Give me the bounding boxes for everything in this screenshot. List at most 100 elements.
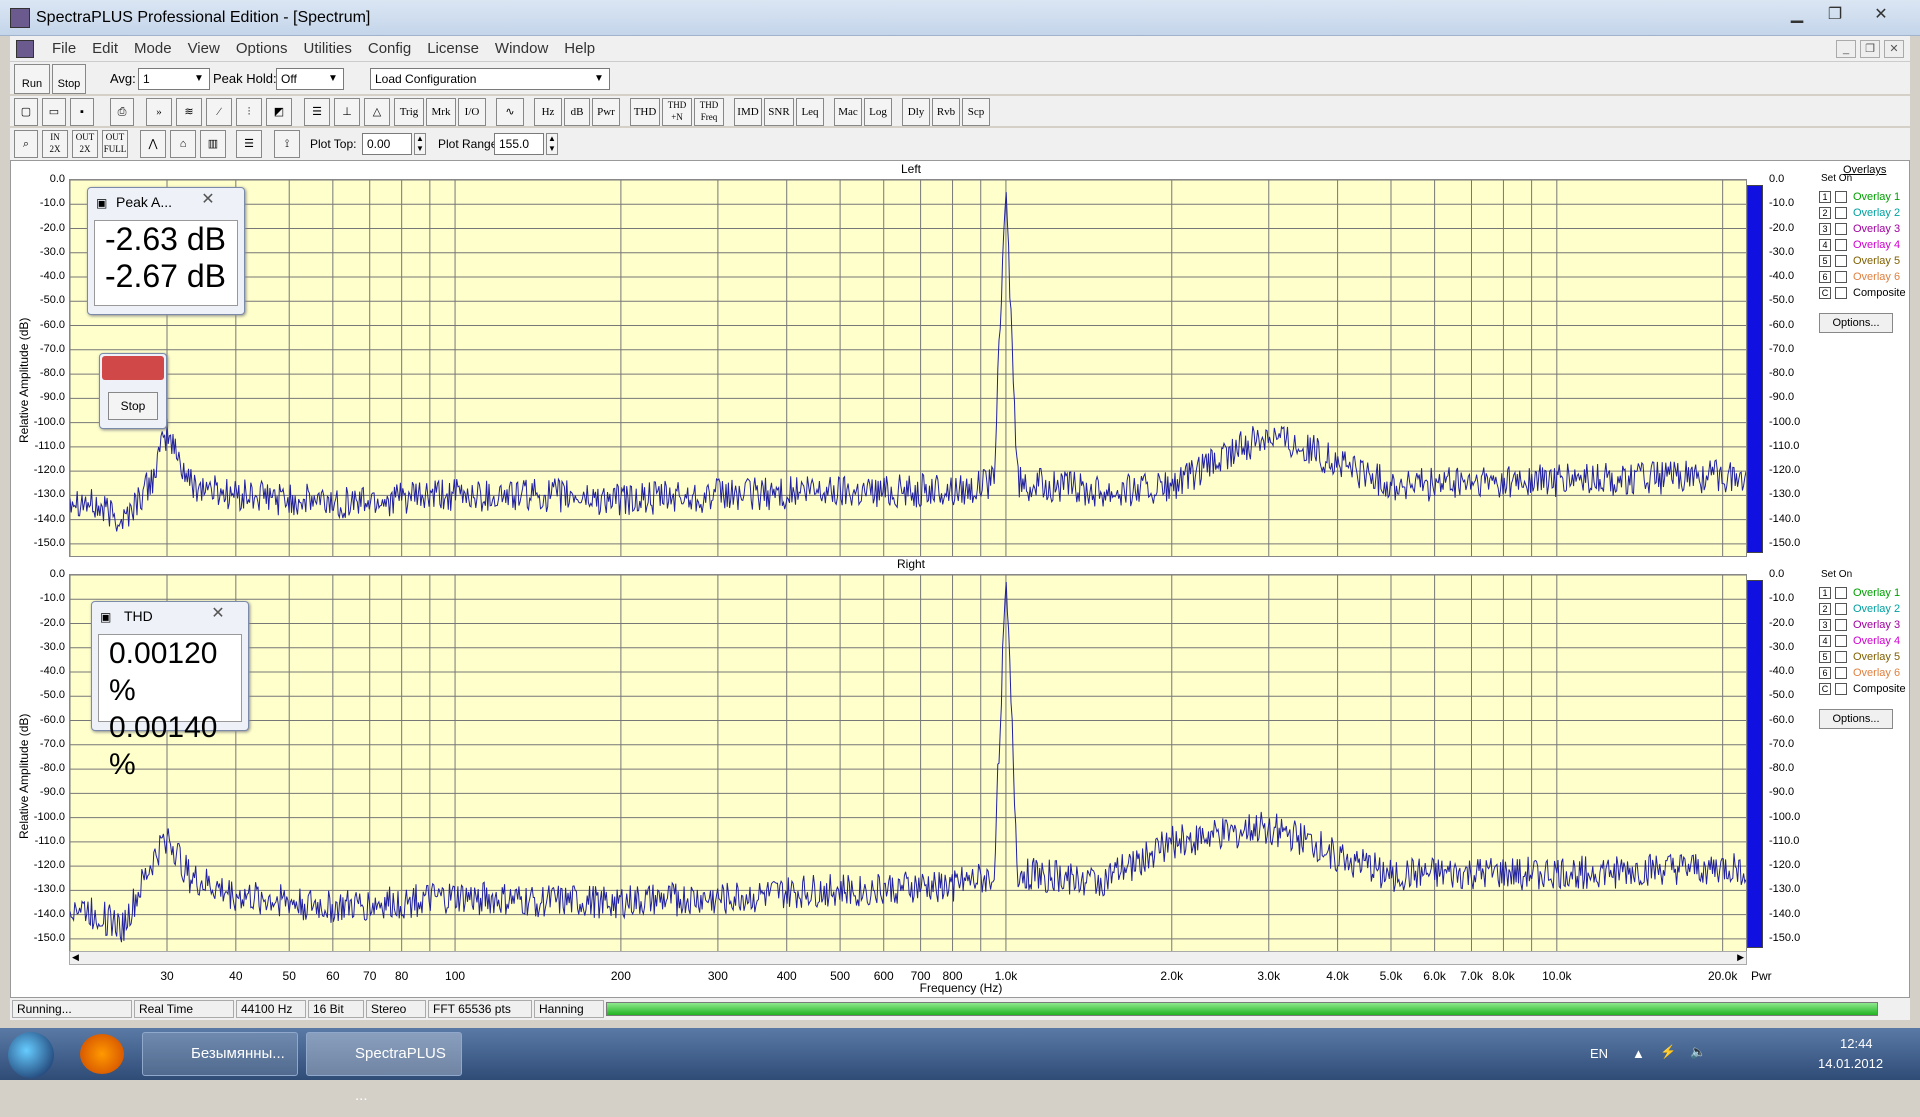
thd-freq-button[interactable]: THD Freq [694, 98, 724, 126]
menu-file[interactable]: File [44, 40, 84, 57]
avg-select[interactable]: 1 ▼ [138, 68, 210, 90]
waterfall-icon[interactable]: ◩ [266, 98, 292, 126]
io-button[interactable]: I/O [458, 98, 486, 126]
overlay-checkbox[interactable] [1835, 619, 1847, 631]
scroll-right-icon[interactable]: ▶ [1737, 952, 1744, 963]
right-spectrum-plot[interactable] [69, 574, 1747, 952]
overlay-set-button[interactable]: 1 [1819, 587, 1831, 599]
axis-icon[interactable]: ⊥ [334, 98, 360, 126]
weight-icon[interactable]: △ [364, 98, 390, 126]
overlay-checkbox[interactable] [1835, 255, 1847, 267]
mrk-button[interactable]: Mrk [426, 98, 456, 126]
horizontal-scrollbar[interactable]: ◀ ▶ [69, 951, 1747, 965]
menu-view[interactable]: View [180, 40, 228, 57]
close-button[interactable]: ✕ [1864, 4, 1898, 26]
menu-license[interactable]: License [419, 40, 487, 57]
bars-icon[interactable]: ⫶ [236, 98, 262, 126]
overlay-checkbox[interactable] [1835, 635, 1847, 647]
peak-icon[interactable]: ⋀ [140, 130, 166, 158]
thd-n-button[interactable]: THD +N [662, 98, 692, 126]
imd-button[interactable]: IMD [734, 98, 762, 126]
overlay-set-button[interactable]: 5 [1819, 651, 1831, 663]
overlay-set-button[interactable]: 1 [1819, 191, 1831, 203]
overlay-set-button[interactable]: 3 [1819, 223, 1831, 235]
menu-mode[interactable]: Mode [126, 40, 180, 57]
trig-button[interactable]: Trig [394, 98, 424, 126]
plot-top-spinner[interactable]: ▲ ▼ [414, 133, 426, 155]
overlay-checkbox[interactable] [1835, 191, 1847, 203]
menu-help[interactable]: Help [556, 40, 603, 57]
volume-icon[interactable]: 🔈 [1690, 1044, 1706, 1060]
run-button[interactable]: Run [14, 64, 50, 94]
menu-config[interactable]: Config [360, 40, 419, 57]
overlay-checkbox[interactable] [1835, 271, 1847, 283]
overlay-set-button[interactable]: 5 [1819, 255, 1831, 267]
left-options-button[interactable]: Options... [1819, 313, 1893, 333]
new-file-icon[interactable]: ▢ [14, 98, 38, 126]
list-icon[interactable]: ☰ [236, 130, 262, 158]
peak-amplitude-window[interactable]: ▣ Peak A... ✕ -2.63 dB -2.67 dB [87, 187, 245, 315]
firefox-icon[interactable] [80, 1034, 124, 1074]
close-icon[interactable]: ✕ [200, 604, 236, 624]
octave-icon[interactable]: ⌂ [170, 130, 196, 158]
overlay-checkbox[interactable] [1835, 287, 1847, 299]
rvb-button[interactable]: Rvb [932, 98, 960, 126]
plot-range-input[interactable]: 155.0 [494, 133, 544, 155]
left-spectrum-plot[interactable] [69, 179, 1747, 557]
log-button[interactable]: Log [864, 98, 892, 126]
close-icon[interactable]: ✕ [190, 190, 226, 210]
plot-top-input[interactable]: 0.00 [362, 133, 412, 155]
scp-button[interactable]: Scp [962, 98, 990, 126]
overlay-set-button[interactable]: 2 [1819, 207, 1831, 219]
overlay-checkbox[interactable] [1835, 683, 1847, 695]
pwr-button[interactable]: Pwr [592, 98, 620, 126]
taskbar-item-spectraplus[interactable]: SpectraPLUS ... [306, 1032, 462, 1104]
overlay-set-button[interactable]: 3 [1819, 619, 1831, 631]
show-hidden-icons[interactable]: ▲ [1632, 1046, 1645, 1061]
print-icon[interactable]: ⎙ [110, 98, 134, 126]
thd-button[interactable]: THD [630, 98, 660, 126]
open-folder-icon[interactable]: ▭ [42, 98, 66, 126]
network-icon[interactable]: ⚡ [1660, 1044, 1676, 1060]
overlay-set-button[interactable]: C [1819, 683, 1831, 695]
maximize-button[interactable]: ❐ [1818, 4, 1852, 26]
document-icon[interactable] [16, 40, 34, 58]
mac-button[interactable]: Mac [834, 98, 862, 126]
peak-hold-select[interactable]: Off ▼ [276, 68, 344, 90]
zoom-full-button[interactable]: OUT FULL [102, 130, 128, 158]
overlay-set-button[interactable]: 4 [1819, 239, 1831, 251]
cursor-icon[interactable]: ⟟ [274, 130, 300, 158]
clock-date[interactable]: 14.01.2012 [1818, 1056, 1883, 1071]
overlay-checkbox[interactable] [1835, 223, 1847, 235]
minimize-button[interactable]: ▁ [1780, 4, 1814, 26]
overlay-set-button[interactable]: C [1819, 287, 1831, 299]
stop-acquisition-button[interactable]: Stop [108, 392, 158, 420]
child-restore-button[interactable]: ❐ [1860, 40, 1880, 58]
stop-button[interactable]: Stop [52, 64, 86, 94]
right-options-button[interactable]: Options... [1819, 709, 1893, 729]
plot-range-spinner[interactable]: ▲ ▼ [546, 133, 558, 155]
overlay-set-button[interactable]: 2 [1819, 603, 1831, 615]
menu-edit[interactable]: Edit [84, 40, 126, 57]
child-minimize-button[interactable]: _ [1836, 40, 1856, 58]
zoom-icon[interactable]: ⌕ [14, 130, 38, 158]
scroll-left-icon[interactable]: ◀ [72, 952, 79, 963]
stop-window[interactable]: Stop [99, 353, 167, 429]
menu-utilities[interactable]: Utilities [296, 40, 360, 57]
child-close-button[interactable]: ✕ [1884, 40, 1904, 58]
db-button[interactable]: dB [564, 98, 590, 126]
generator-icon[interactable]: ∿ [496, 98, 524, 126]
overlay-checkbox[interactable] [1835, 651, 1847, 663]
config-select[interactable]: Load Configuration ▼ [370, 68, 610, 90]
overlay-checkbox[interactable] [1835, 207, 1847, 219]
snr-button[interactable]: SNR [764, 98, 794, 126]
menu-options[interactable]: Options [228, 40, 296, 57]
language-indicator[interactable]: EN [1590, 1046, 1608, 1061]
save-icon[interactable]: ▪ [70, 98, 94, 126]
overlay-set-button[interactable]: 4 [1819, 635, 1831, 647]
line-icon[interactable]: ∕ [206, 98, 232, 126]
dly-button[interactable]: Dly [902, 98, 930, 126]
overlay-set-button[interactable]: 6 [1819, 667, 1831, 679]
thd-window[interactable]: ▣ THD ✕ 0.00120 % 0.00140 % [91, 601, 249, 781]
start-button[interactable] [8, 1032, 54, 1078]
